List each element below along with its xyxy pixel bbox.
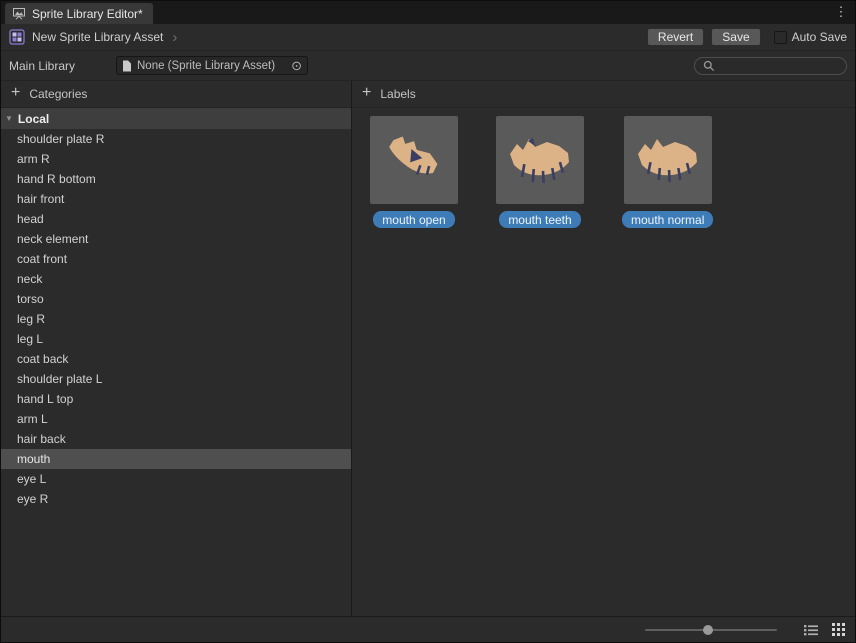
foldout-arrow-icon: ▼ [5,115,13,123]
slider-knob[interactable] [703,625,713,635]
revert-button[interactable]: Revert [647,28,704,46]
local-foldout[interactable]: ▼ Local [1,108,351,129]
asset-toolbar: New Sprite Library Asset › Revert Save A… [1,24,855,51]
category-item[interactable]: eye L [1,469,351,489]
category-item[interactable]: torso [1,289,351,309]
category-item[interactable]: neck element [1,229,351,249]
auto-save-label: Auto Save [792,30,847,44]
main-library-row: Main Library None (Sprite Library Asset)… [1,51,855,81]
asset-file-icon [122,60,132,72]
category-item[interactable]: shoulder plate L [1,369,351,389]
category-item-label: mouth [17,452,50,466]
category-item-label: hand L top [17,392,73,406]
grid-view-button[interactable] [829,621,847,639]
sprite-thumbnail [370,116,458,204]
object-field-value: None (Sprite Library Asset) [137,60,284,72]
labels-header: + Labels [352,81,855,108]
category-item-label: arm L [17,412,48,426]
category-item-label: neck element [17,232,88,246]
add-category-icon[interactable]: + [11,85,20,101]
tab-title: Sprite Library Editor* [32,7,143,21]
search-input[interactable] [720,58,838,74]
main-library-label: Main Library [9,59,116,73]
sprite-thumbnail [624,116,712,204]
tab-sprite-library-editor[interactable]: Sprite Library Editor* [5,3,153,24]
category-item[interactable]: mouth [1,449,351,469]
category-item-label: hair back [17,432,66,446]
search-icon [703,60,715,72]
local-group-label: Local [18,112,49,126]
list-view-button[interactable] [802,621,820,639]
category-item[interactable]: head [1,209,351,229]
sprite-thumbnail [496,116,584,204]
categories-title: Categories [29,87,87,101]
category-item-label: shoulder plate L [17,372,102,386]
labels-title: Labels [380,87,415,101]
sprite-mouth-normal [632,124,704,196]
auto-save-checkbox[interactable] [774,31,787,44]
save-button[interactable]: Save [711,28,760,46]
category-item[interactable]: arm L [1,409,351,429]
label-card-mouth-normal[interactable]: mouth normal [622,116,713,228]
breadcrumb-asset-name[interactable]: New Sprite Library Asset [32,30,163,44]
label-name-badge[interactable]: mouth open [373,211,454,228]
categories-header: + Categories [1,81,351,108]
sprite-library-editor-window: Sprite Library Editor* ⋮ New Sprite Libr… [0,0,856,643]
label-card-mouth-teeth[interactable]: mouth teeth [496,116,584,228]
category-item-label: neck [17,272,42,286]
grid-view-icon [832,623,845,636]
label-grid: mouth open mouth t [352,108,855,228]
list-view-icon [804,624,818,636]
category-item[interactable]: hand R bottom [1,169,351,189]
label-card-mouth-open[interactable]: mouth open [370,116,458,228]
object-picker-icon[interactable]: ⊙ [289,59,304,72]
main-library-object-field[interactable]: None (Sprite Library Asset) ⊙ [116,56,308,75]
label-name-badge[interactable]: mouth normal [622,211,713,228]
category-item[interactable]: eye R [1,489,351,509]
sprite-mouth-teeth [504,124,576,196]
category-item[interactable]: shoulder plate R [1,129,351,149]
category-item[interactable]: arm R [1,149,351,169]
toolbar-actions: Revert Save Auto Save [640,28,847,46]
category-item-label: leg R [17,312,45,326]
thumbnail-size-slider[interactable] [645,623,777,637]
add-label-icon[interactable]: + [362,85,371,101]
category-item-label: hair front [17,192,64,206]
category-item-label: arm R [17,152,50,166]
category-item-label: shoulder plate R [17,132,104,146]
sprite-library-asset-icon [9,29,25,45]
kebab-menu-icon[interactable]: ⋮ [833,3,849,21]
categories-panel: + Categories ▼ Local shoulder plate R ar… [1,81,352,616]
category-item[interactable]: neck [1,269,351,289]
breadcrumb-chevron-icon: › [172,30,177,45]
category-item-label: head [17,212,44,226]
category-item-label: torso [17,292,44,306]
sprite-mouth-open [378,124,450,196]
labels-panel: + Labels mou [352,81,855,616]
category-list: shoulder plate R arm R hand R bottom hai… [1,129,351,616]
tab-bar: Sprite Library Editor* ⋮ [1,1,855,24]
category-item-label: coat front [17,252,67,266]
category-item[interactable]: hand L top [1,389,351,409]
category-item[interactable]: hair front [1,189,351,209]
label-name-badge[interactable]: mouth teeth [499,211,580,228]
category-item[interactable]: leg R [1,309,351,329]
bottom-bar [1,616,855,642]
sprite-library-editor-icon [12,7,26,20]
category-item-label: eye L [17,472,46,486]
content-area: + Categories ▼ Local shoulder plate R ar… [1,81,855,616]
category-item[interactable]: coat front [1,249,351,269]
category-item-label: leg L [17,332,43,346]
category-item[interactable]: coat back [1,349,351,369]
search-field[interactable] [694,57,847,75]
category-item-label: hand R bottom [17,172,96,186]
category-item-label: eye R [17,492,48,506]
category-item[interactable]: hair back [1,429,351,449]
category-item-label: coat back [17,352,68,366]
category-item[interactable]: leg L [1,329,351,349]
